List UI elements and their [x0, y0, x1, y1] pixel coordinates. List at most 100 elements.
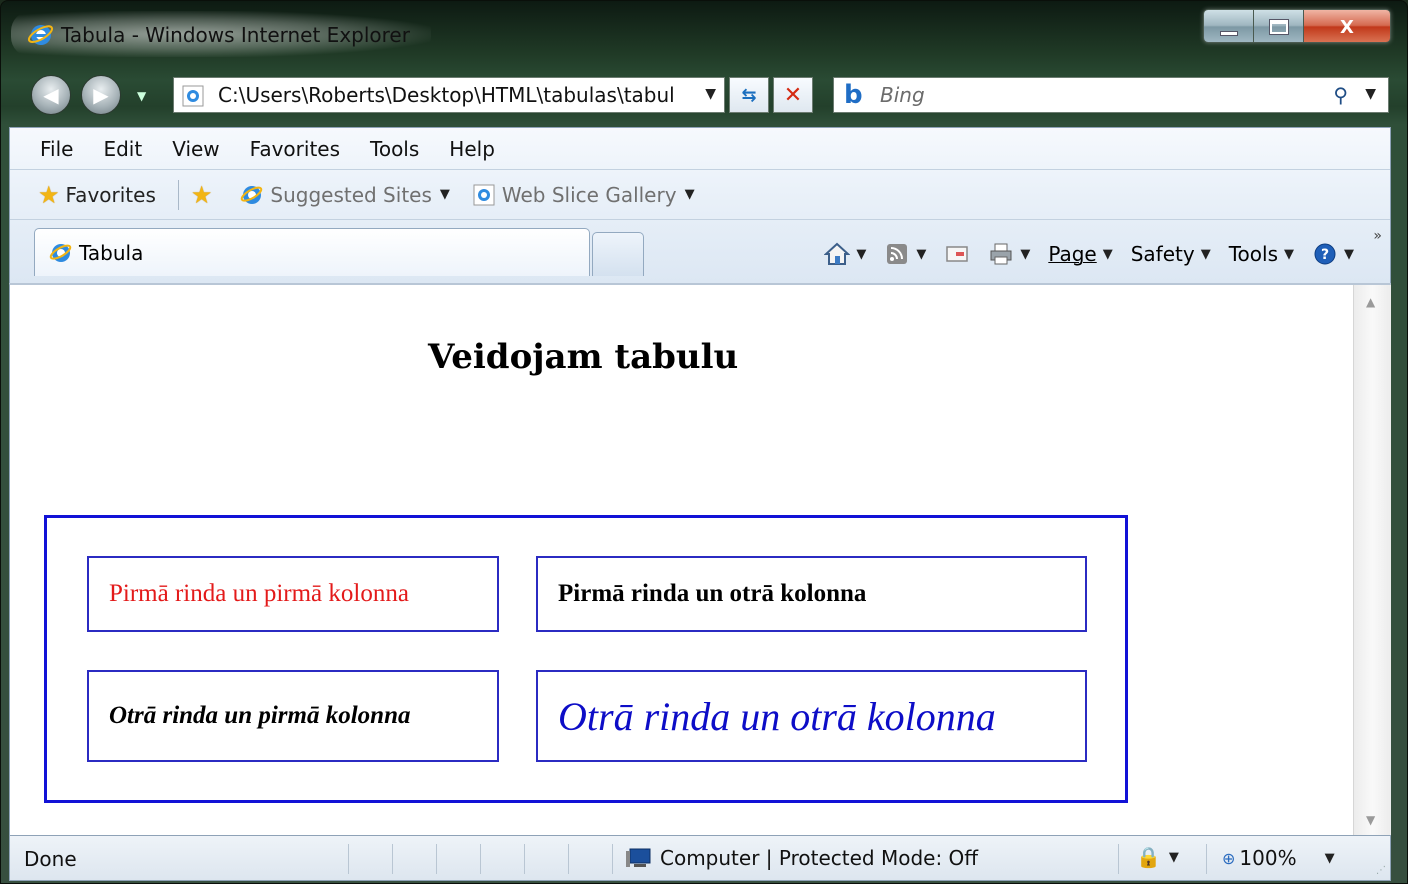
menu-edit[interactable]: Edit [103, 137, 142, 161]
window-controls: X [1203, 9, 1391, 43]
home-icon [824, 242, 851, 265]
internet-explorer-icon [27, 25, 54, 45]
page-icon [473, 184, 495, 205]
command-bar: ▼ ▼ ▼ Page ▼ Safety ▼ Tools ▼ ? ▼ [806, 234, 1354, 274]
rss-feed-icon [887, 244, 908, 264]
chevron-down-icon: ▼ [439, 187, 450, 202]
chevron-down-icon: ▼ [1102, 246, 1113, 262]
zoom-level: 100% [1239, 846, 1297, 870]
page-menu-button[interactable]: Page ▼ [1048, 242, 1112, 266]
vertical-scrollbar[interactable]: ▲ ▼ [1353, 285, 1391, 837]
toolbar-overflow-chevron-icon[interactable]: » [1373, 228, 1382, 244]
suggested-sites-link[interactable]: Suggested Sites ▼ [240, 183, 450, 207]
search-options-dropdown-icon[interactable]: ▼ [1365, 86, 1376, 102]
search-input[interactable]: Bing [880, 83, 925, 107]
address-dropdown-icon[interactable]: ▼ [705, 86, 716, 102]
chevron-down-icon[interactable]: ▼ [1020, 247, 1030, 262]
protected-mode-button[interactable]: 🔒 ▼ [1136, 845, 1179, 869]
web-slice-gallery-link[interactable]: Web Slice Gallery ▼ [472, 183, 695, 207]
refresh-icon: ⇆ [741, 84, 757, 106]
forward-button[interactable]: ▶ [81, 75, 121, 115]
address-bar[interactable]: C:\Users\Roberts\Desktop\HTML\tabulas\ta… [173, 77, 725, 113]
stop-icon: ✕ [783, 82, 803, 108]
maximize-button[interactable] [1254, 10, 1304, 42]
help-icon: ? [1314, 243, 1336, 265]
favorites-label: Favorites [65, 182, 156, 207]
help-menu-button[interactable]: ? ▼ [1312, 242, 1354, 266]
add-to-favorites-bar-button[interactable]: ★ [191, 181, 219, 209]
chevron-down-icon[interactable]: ▼ [856, 247, 866, 262]
chevron-down-icon: ▼ [1284, 246, 1294, 262]
page-menu-label: Page [1048, 242, 1097, 266]
internet-explorer-icon [49, 243, 72, 262]
mail-icon [946, 246, 969, 262]
print-button[interactable]: ▼ [988, 242, 1030, 266]
chevron-down-icon[interactable]: ▼ [916, 247, 926, 262]
tab-tabula[interactable]: Tabula [34, 228, 590, 276]
search-icon[interactable]: ⚲ [1333, 83, 1348, 107]
favorites-bar: ★ Favorites ★ Suggested Sites ▼ Web Slic… [10, 170, 1390, 220]
menu-help[interactable]: Help [449, 137, 495, 161]
stop-button[interactable]: ✕ [773, 77, 813, 113]
favorites-button[interactable]: ★ Favorites [38, 181, 156, 209]
scroll-up-icon[interactable]: ▲ [1366, 295, 1375, 309]
chevron-down-icon: ▼ [1344, 246, 1354, 262]
chevron-down-icon: ▼ [1324, 850, 1335, 866]
maximize-icon [1268, 19, 1289, 35]
favorites-separator [177, 179, 179, 210]
printer-icon [990, 243, 1012, 265]
refresh-button[interactable]: ⇆ [729, 77, 769, 113]
menu-view[interactable]: View [172, 137, 219, 161]
feeds-button[interactable]: ▼ [884, 242, 926, 266]
window-title: Tabula - Windows Internet Explorer [61, 23, 410, 47]
menu-favorites[interactable]: Favorites [250, 137, 340, 161]
svg-text:?: ? [1321, 247, 1329, 263]
chevron-down-icon: ▼ [1200, 246, 1211, 262]
web-slice-gallery-label: Web Slice Gallery [501, 182, 677, 207]
menu-file[interactable]: File [40, 137, 73, 161]
home-button[interactable]: ▼ [824, 242, 866, 266]
page-viewport: Veidojam tabulu Pirmā rinda un pirmā kol… [10, 285, 1354, 837]
search-box[interactable]: b Bing ⚲ ▼ [833, 77, 1389, 113]
new-tab-button[interactable] [592, 232, 644, 276]
page-icon [182, 85, 204, 107]
internet-explorer-icon [241, 185, 263, 204]
suggested-sites-label: Suggested Sites [270, 182, 432, 207]
safety-menu-button[interactable]: Safety ▼ [1131, 242, 1211, 266]
minimize-icon [1219, 30, 1238, 36]
resize-grip-icon[interactable]: ⋰ [1376, 865, 1386, 876]
read-mail-button[interactable] [944, 242, 970, 266]
browser-chrome: File Edit View Favorites Tools Help ★ Fa… [9, 127, 1391, 283]
recent-pages-dropdown[interactable]: ▼ [137, 89, 146, 103]
content-table: Pirmā rinda un pirmā kolonna Pirmā rinda… [44, 515, 1128, 803]
table-cell-r2c1: Otrā rinda un pirmā kolonna [87, 670, 499, 762]
safety-menu-label: Safety [1130, 242, 1195, 266]
back-arrow-icon: ◀ [43, 83, 59, 107]
tab-label: Tabula [79, 240, 144, 265]
forward-arrow-icon: ▶ [93, 83, 109, 107]
chevron-down-icon: ▼ [684, 187, 695, 202]
zoom-button[interactable]: ⊕ 100% ▼ [1222, 846, 1335, 870]
menu-tools[interactable]: Tools [370, 137, 419, 161]
page-heading: Veidojam tabulu [428, 337, 739, 377]
menu-bar: File Edit View Favorites Tools Help [10, 128, 1390, 170]
lock-icon: 🔒 [1136, 845, 1161, 869]
security-zone[interactable]: Computer | Protected Mode: Off [624, 846, 978, 870]
minimize-button[interactable] [1204, 10, 1254, 42]
bing-logo-icon: b [844, 80, 863, 110]
close-icon: X [1340, 16, 1354, 38]
scroll-down-icon[interactable]: ▼ [1366, 813, 1375, 827]
table-cell-r1c2: Pirmā rinda un otrā kolonna [536, 556, 1087, 632]
tools-menu-button[interactable]: Tools ▼ [1229, 242, 1294, 266]
address-url: C:\Users\Roberts\Desktop\HTML\tabulas\ta… [218, 83, 675, 107]
add-favorite-star-icon: ★ [190, 180, 213, 209]
status-bar: Done Computer | Protected Mode: Off 🔒 ▼ … [9, 835, 1391, 881]
back-button[interactable]: ◀ [31, 75, 71, 115]
zoom-icon: ⊕ [1222, 848, 1236, 868]
computer-icon [626, 848, 651, 867]
close-button[interactable]: X [1304, 10, 1390, 42]
tools-menu-label: Tools [1228, 242, 1278, 266]
chevron-down-icon: ▼ [1168, 849, 1179, 865]
security-zone-label: Computer | Protected Mode: Off [660, 846, 979, 870]
tab-row: Tabula ▼ ▼ ▼ Page ▼ Safety ▼ Tools ▼ ? ▼… [10, 220, 1390, 284]
